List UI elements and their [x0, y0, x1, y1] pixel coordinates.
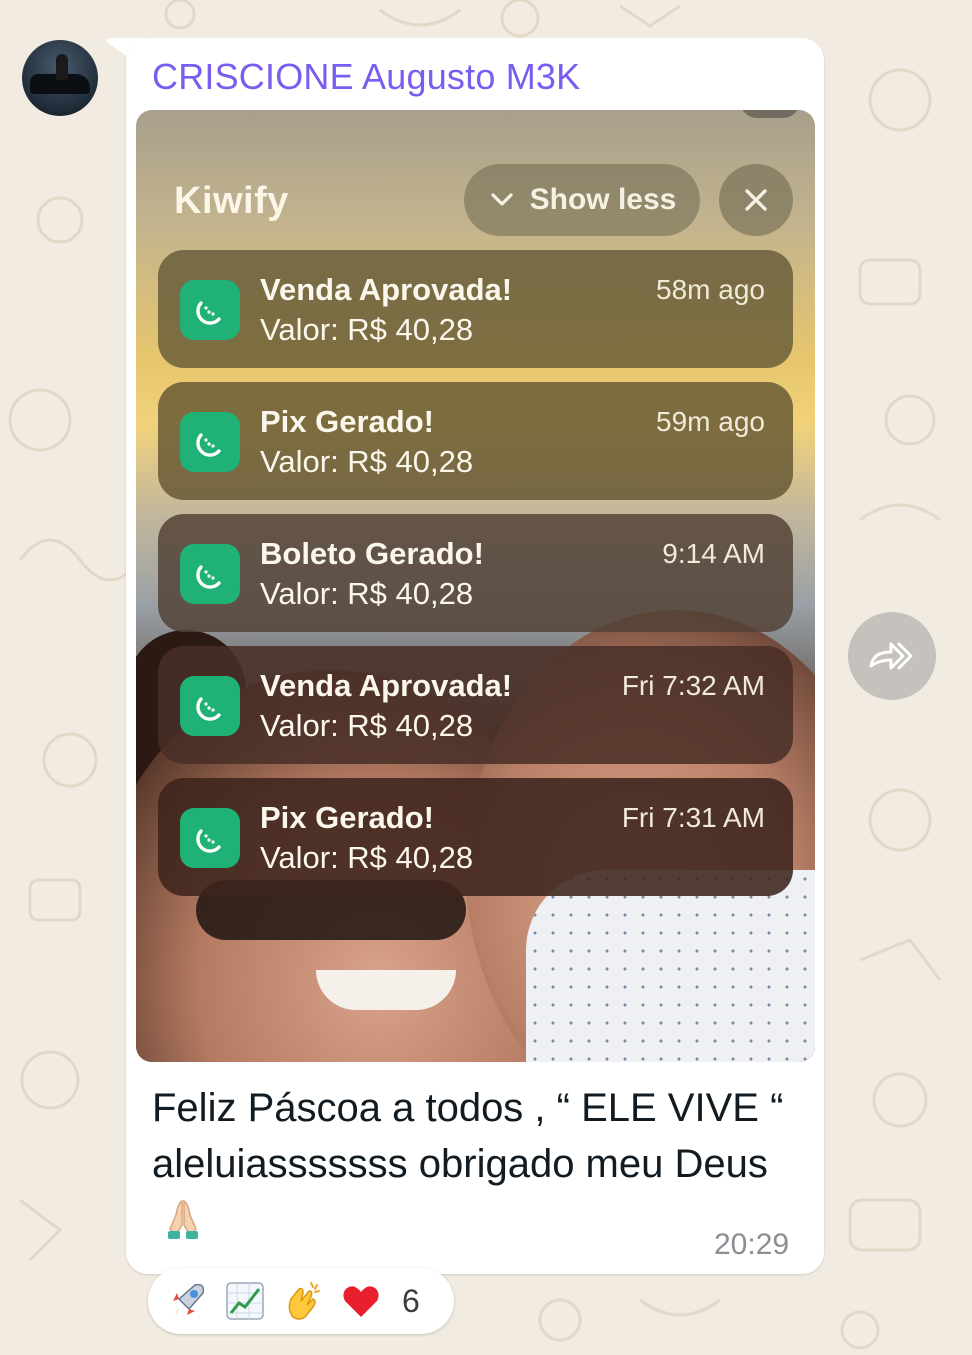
notification-time: 58m ago — [656, 274, 765, 305]
notification-title: Boleto Gerado! — [260, 536, 484, 571]
show-less-label: Show less — [529, 183, 677, 216]
sender-name[interactable]: CRISCIONE Augusto M3K — [152, 56, 580, 98]
notification-title: Venda Aprovada! — [260, 272, 513, 307]
forward-icon — [869, 642, 913, 670]
notification-body: Valor: R$ 40,28 — [260, 312, 474, 347]
notification-body: Valor: R$ 40,28 — [260, 444, 474, 479]
notification-time: Fri 7:32 AM — [621, 670, 765, 701]
notification-time: Fri 7:31 AM — [621, 802, 765, 833]
notification-group-title: Kiwify — [174, 180, 289, 222]
notification-card: Venda Aprovada! Valor: R$ 40,28 Fri 7:32… — [158, 646, 793, 764]
clapping-hands-emoji[interactable] — [280, 1278, 326, 1324]
notification-body: Valor: R$ 40,28 — [260, 840, 474, 875]
forward-button[interactable] — [848, 612, 936, 700]
kiwify-app-icon — [180, 676, 240, 736]
message-time: 20:29 — [714, 1228, 790, 1261]
kiwify-app-icon — [180, 280, 240, 340]
notification-title: Pix Gerado! — [260, 404, 434, 439]
chart-increasing-emoji[interactable] — [222, 1278, 268, 1324]
reactions-bar[interactable]: 6 — [148, 1268, 454, 1334]
sender-avatar[interactable] — [22, 40, 98, 116]
close-notifications-button — [719, 164, 793, 236]
chevron-down-icon — [491, 193, 513, 206]
notification-card: Venda Aprovada! Valor: R$ 40,28 58m ago — [158, 250, 793, 368]
close-icon — [745, 189, 767, 211]
kiwify-app-icon — [180, 544, 240, 604]
notification-time: 9:14 AM — [662, 538, 765, 569]
rocket-emoji[interactable] — [164, 1278, 210, 1324]
folded-hands-emoji — [168, 1199, 198, 1239]
notification-card: Pix Gerado! Valor: R$ 40,28 Fri 7:31 AM — [158, 778, 793, 896]
kiwify-app-icon — [180, 412, 240, 472]
red-heart-emoji[interactable] — [338, 1278, 384, 1324]
kiwify-app-icon — [180, 808, 240, 868]
notification-body: Valor: R$ 40,28 — [260, 576, 474, 611]
notification-body: Valor: R$ 40,28 — [260, 708, 474, 743]
message-image[interactable]: Kiwify Show less Venda Aprovada! Valor: … — [136, 110, 815, 1062]
notification-title: Pix Gerado! — [260, 800, 434, 835]
reaction-count: 6 — [402, 1282, 420, 1319]
message-caption: Feliz Páscoa a todos , “ ELE VIVE “ alel… — [152, 1080, 802, 1248]
notification-title: Venda Aprovada! — [260, 668, 513, 703]
notification-card: Pix Gerado! Valor: R$ 40,28 59m ago — [158, 382, 793, 500]
show-less-button: Show less — [464, 164, 700, 236]
notification-time: 59m ago — [656, 406, 765, 437]
notification-card: Boleto Gerado! Valor: R$ 40,28 9:14 AM — [158, 514, 793, 632]
caption-text: Feliz Páscoa a todos , “ ELE VIVE “ alel… — [152, 1086, 784, 1186]
